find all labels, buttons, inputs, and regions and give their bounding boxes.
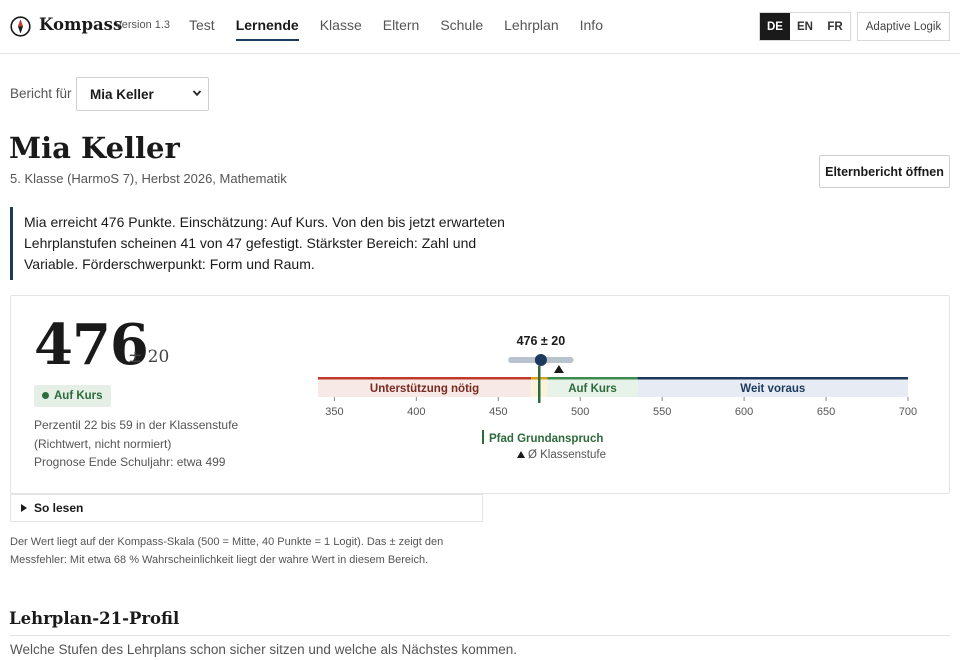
report-for-label: Bericht für bbox=[10, 86, 72, 101]
scale-tick-label-400: 400 bbox=[407, 406, 425, 418]
grade-average-triangle-icon bbox=[553, 365, 564, 373]
page-title: Mia Keller bbox=[9, 131, 180, 165]
main-nav: Test Lernende Klasse Eltern Schule Lehrplan In… bbox=[189, 17, 624, 41]
scale-tick-label-700: 700 bbox=[899, 406, 917, 418]
score-marker-label: 476 ± 20 bbox=[517, 334, 566, 348]
tab-info[interactable]: Info bbox=[580, 17, 603, 41]
tab-eltern[interactable]: Eltern bbox=[383, 17, 420, 41]
scale-tick-label-450: 450 bbox=[489, 406, 507, 418]
scale-tick-label-350: 350 bbox=[325, 406, 343, 418]
scale-tick-label-500: 500 bbox=[571, 406, 589, 418]
disclosure-triangle-icon bbox=[21, 504, 27, 512]
how-to-read-label: So lesen bbox=[34, 501, 84, 515]
scale-band-line-2 bbox=[547, 377, 638, 380]
scale-band-line-0 bbox=[318, 377, 532, 380]
student-meta: 5. Klasse (HarmoS 7), Herbst 2026, Mathe… bbox=[10, 171, 287, 186]
kompass-scale-chart: Unterstützung nötig Auf Kurs Weit voraus 35… bbox=[318, 334, 917, 461]
scale-band-label-0: Unterstützung nötig bbox=[370, 383, 479, 395]
grade-average-label: Ø Klassenstufe bbox=[528, 449, 606, 461]
language-de-button[interactable]: DE bbox=[760, 13, 790, 40]
tab-klasse[interactable]: Klasse bbox=[320, 17, 362, 41]
scale-tick-label-550: 550 bbox=[653, 406, 671, 418]
scale-band-label-2: Auf Kurs bbox=[568, 383, 617, 395]
profile-subtitle: Welche Stufen des Lehrplans schon sicher… bbox=[10, 642, 518, 657]
grade-average-legend-icon bbox=[517, 451, 525, 458]
pathway-label: Pfad Grundanspruch bbox=[489, 433, 603, 445]
language-switcher: DE EN FR bbox=[759, 12, 851, 41]
version-label: Version 1.3 bbox=[115, 19, 171, 31]
summary-quote: Mia erreicht 476 Punkte. Einschätzung: A… bbox=[10, 207, 530, 280]
tab-schule[interactable]: Schule bbox=[440, 17, 483, 41]
brand-name[interactable]: Kompass bbox=[39, 15, 122, 34]
score-card: 476 ± 20 Auf Kurs Perzentil 22 bis 59 in… bbox=[10, 295, 950, 494]
scale-explanation: Der Wert liegt auf der Kompass-Skala (50… bbox=[10, 536, 444, 566]
scale-band-label-3: Weit voraus bbox=[740, 383, 805, 395]
tab-lernende[interactable]: Lernende bbox=[235, 17, 299, 41]
scale-band-line-3 bbox=[637, 377, 908, 380]
chevron-down-icon bbox=[192, 90, 202, 97]
top-bar: Kompass Version 1.3 Test Lernende Klasse El… bbox=[0, 0, 960, 54]
adaptive-logic-button[interactable]: Adaptive Logik bbox=[857, 12, 950, 41]
language-en-button[interactable]: EN bbox=[790, 13, 820, 40]
language-fr-button[interactable]: FR bbox=[820, 13, 850, 40]
student-select[interactable]: Mia Keller bbox=[76, 77, 209, 111]
tab-test[interactable]: Test bbox=[189, 17, 215, 41]
how-to-read-toggle[interactable]: So lesen bbox=[10, 494, 483, 522]
divider bbox=[10, 635, 950, 636]
score-marker bbox=[534, 354, 547, 366]
scale-tick-label-600: 600 bbox=[735, 406, 753, 418]
compass-logo-icon bbox=[10, 16, 31, 37]
open-parent-report-button[interactable]: Elternbericht öffnen bbox=[819, 155, 950, 188]
student-select-value: Mia Keller bbox=[90, 86, 154, 102]
tab-lehrplan[interactable]: Lehrplan bbox=[504, 17, 559, 41]
profile-heading: Lehrplan-21-Profil bbox=[9, 609, 180, 628]
scale-tick-label-650: 650 bbox=[817, 406, 835, 418]
